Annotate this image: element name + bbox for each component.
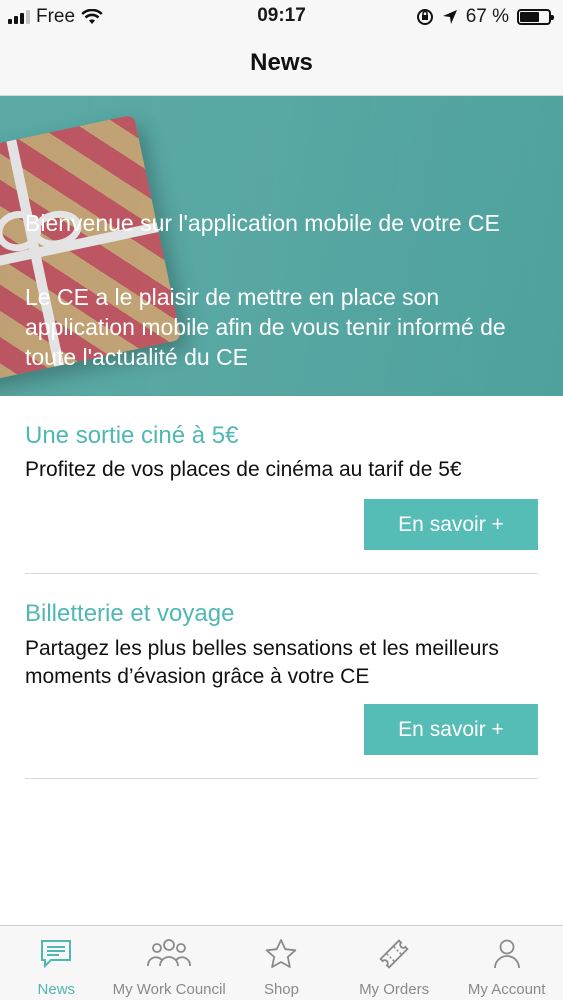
user-icon bbox=[493, 939, 520, 969]
tab-my-orders[interactable]: My Orders bbox=[338, 926, 451, 1000]
hero-banner[interactable]: Bienvenue sur l'application mobile de vo… bbox=[0, 96, 563, 396]
tab-label: My Orders bbox=[359, 981, 430, 998]
rotation-lock-icon bbox=[416, 9, 433, 25]
battery-level bbox=[520, 12, 539, 22]
tab-my-work-council[interactable]: My Work Council bbox=[113, 926, 226, 1000]
tab-shop[interactable]: Shop bbox=[225, 926, 338, 1000]
chat-icon bbox=[41, 940, 72, 969]
hero-text: Le CE a le plaisir de mettre en place so… bbox=[25, 284, 506, 370]
hero-title: Bienvenue sur l'application mobile de vo… bbox=[25, 210, 500, 236]
news-item-text: Partagez les plus belles sensations et l… bbox=[25, 637, 499, 688]
news-item: Billetterie et voyage Partagez les plus … bbox=[25, 574, 538, 779]
people-icon bbox=[146, 939, 191, 967]
tab-label: News bbox=[37, 981, 76, 998]
tab-my-account[interactable]: My Account bbox=[450, 926, 563, 1000]
status-right: 67 % bbox=[416, 6, 554, 28]
read-more-button[interactable]: En savoir + bbox=[364, 499, 538, 550]
news-item-title[interactable]: Billetterie et voyage bbox=[25, 600, 234, 628]
location-arrow-icon bbox=[442, 10, 457, 24]
tab-bar: News My Work Council Shop My Orders My A… bbox=[0, 925, 563, 1000]
tab-label: My Account bbox=[467, 981, 546, 998]
tab-label: Shop bbox=[263, 981, 299, 998]
battery-percent: 67 % bbox=[465, 6, 509, 27]
news-item-text: Profitez de vos places de cinéma au tari… bbox=[25, 458, 462, 481]
tab-news[interactable]: News bbox=[0, 926, 113, 1000]
ticket-icon bbox=[379, 939, 409, 969]
read-more-button[interactable]: En savoir + bbox=[364, 704, 538, 755]
star-icon bbox=[266, 939, 297, 968]
battery-icon bbox=[517, 9, 554, 25]
status-bar: Free 09:17 67 % bbox=[0, 0, 563, 34]
navigation-bar: News bbox=[0, 34, 563, 96]
tab-label: My Work Council bbox=[112, 981, 226, 998]
news-item-title[interactable]: Une sortie ciné à 5€ bbox=[25, 422, 238, 450]
news-item: Une sortie ciné à 5€ Profitez de vos pla… bbox=[25, 396, 538, 574]
page-title: News bbox=[250, 49, 313, 76]
